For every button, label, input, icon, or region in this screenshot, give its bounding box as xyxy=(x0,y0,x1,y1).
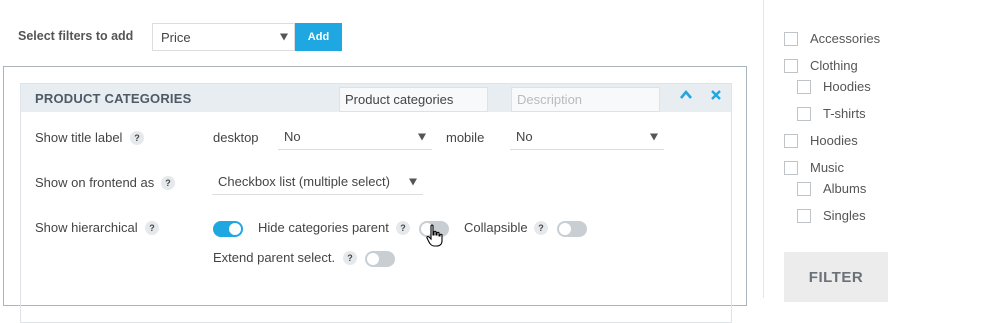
category-checkbox[interactable] xyxy=(784,59,798,73)
category-checkbox[interactable] xyxy=(797,182,811,196)
filter-button[interactable]: FILTER xyxy=(784,252,888,302)
help-icon[interactable]: ? xyxy=(145,221,159,235)
hierarchical-toggle[interactable] xyxy=(213,221,243,237)
help-icon[interactable]: ? xyxy=(130,131,144,145)
category-label[interactable]: Accessories xyxy=(810,31,880,46)
help-icon[interactable]: ? xyxy=(534,221,548,235)
collapse-icon[interactable] xyxy=(679,88,693,105)
product-categories-filter: PRODUCT CATEGORIES Product categories De… xyxy=(20,83,732,323)
hand-cursor-icon xyxy=(425,224,445,251)
sidebar-divider xyxy=(763,0,764,298)
chevron-down-icon xyxy=(280,33,288,41)
category-checkbox[interactable] xyxy=(797,107,811,121)
collapsible-toggle[interactable] xyxy=(557,221,587,237)
show-hierarchical-label: Show hierarchical xyxy=(35,220,138,235)
filter-description-input[interactable]: Description xyxy=(511,87,660,112)
category-checkbox[interactable] xyxy=(797,80,811,94)
category-checkbox[interactable] xyxy=(784,32,798,46)
help-icon[interactable]: ? xyxy=(343,251,357,265)
category-checkbox[interactable] xyxy=(784,161,798,175)
category-label[interactable]: Hoodies xyxy=(810,133,858,148)
hide-parent-label: Hide categories parent xyxy=(258,220,389,235)
add-filter-button[interactable]: Add xyxy=(295,23,342,51)
filter-header: PRODUCT CATEGORIES Product categories De… xyxy=(21,84,731,112)
help-icon[interactable]: ? xyxy=(161,176,175,190)
category-label[interactable]: T-shirts xyxy=(823,106,866,121)
toggle-knob xyxy=(559,223,571,235)
filter-name-value: Product categories xyxy=(345,92,454,107)
desktop-select[interactable]: No xyxy=(278,124,432,150)
category-label[interactable]: Singles xyxy=(823,208,866,223)
category-label[interactable]: Music xyxy=(810,160,844,175)
chevron-down-icon xyxy=(650,133,658,140)
show-title-label: Show title label xyxy=(35,130,123,145)
close-icon[interactable] xyxy=(710,89,722,104)
desktop-label: desktop xyxy=(213,130,259,145)
category-label[interactable]: Clothing xyxy=(810,58,858,73)
category-checkbox[interactable] xyxy=(797,209,811,223)
show-frontend-label: Show on frontend as xyxy=(35,175,155,190)
description-placeholder: Description xyxy=(517,92,583,107)
toggle-knob xyxy=(229,223,241,235)
chevron-down-icon xyxy=(418,133,426,140)
frontend-display-value: Checkbox list (multiple select) xyxy=(218,174,390,189)
toggle-knob xyxy=(367,253,379,265)
chevron-down-icon xyxy=(409,178,417,185)
category-checkbox[interactable] xyxy=(784,134,798,148)
collapsible-label: Collapsible xyxy=(464,220,528,235)
mobile-select[interactable]: No xyxy=(510,124,664,150)
category-label[interactable]: Albums xyxy=(823,181,866,196)
filter-title: PRODUCT CATEGORIES xyxy=(35,91,192,106)
desktop-value: No xyxy=(284,129,301,144)
mobile-value: No xyxy=(516,129,533,144)
filter-name-input[interactable]: Product categories xyxy=(339,87,488,112)
select-filters-label: Select filters to add xyxy=(18,29,134,43)
mobile-label: mobile xyxy=(446,130,485,145)
category-label[interactable]: Hoodies xyxy=(823,79,871,94)
help-icon[interactable]: ? xyxy=(396,221,410,235)
filter-type-select[interactable]: Price xyxy=(152,23,295,51)
filters-panel: PRODUCT CATEGORIES Product categories De… xyxy=(3,66,747,323)
frontend-display-select[interactable]: Checkbox list (multiple select) xyxy=(212,169,423,195)
extend-parent-toggle[interactable] xyxy=(365,251,395,267)
extend-parent-label: Extend parent select. xyxy=(213,250,336,265)
filter-type-value: Price xyxy=(161,29,191,45)
